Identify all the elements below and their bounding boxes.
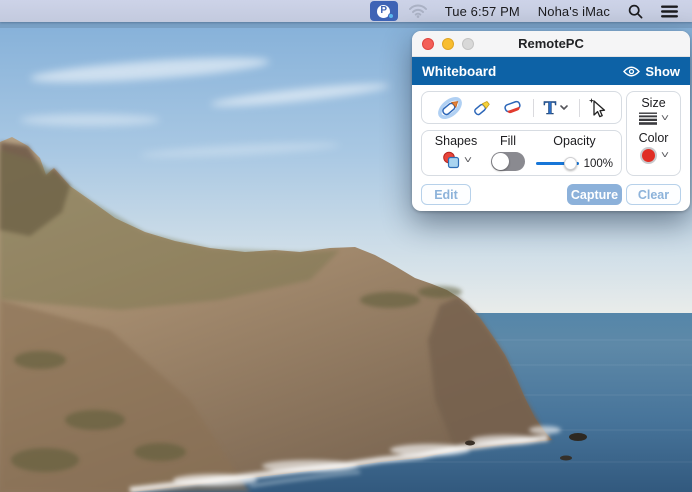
eraser-icon: [502, 98, 524, 118]
capture-button[interactable]: Capture: [567, 184, 622, 205]
tools-divider: [533, 99, 534, 117]
show-label: Show: [645, 64, 680, 79]
eraser-tool-button[interactable]: [502, 95, 524, 121]
drawing-tools-box: T: [421, 91, 622, 124]
search-icon[interactable]: [619, 0, 652, 22]
line-thickness-icon: [639, 112, 657, 125]
pointer-tool-button[interactable]: [588, 95, 606, 121]
eye-icon: [623, 66, 640, 77]
pointer-icon: [588, 97, 606, 118]
shapes-fill-opacity-box: Shapes ˅ Fill Opacity: [421, 130, 622, 176]
color-label: Color: [639, 131, 669, 145]
wifi-glyph-icon: [409, 4, 427, 18]
chevron-down-icon: ˅: [661, 113, 669, 124]
opacity-slider[interactable]: [536, 157, 579, 170]
menu-bar-device-name[interactable]: Noha's iMac: [529, 0, 619, 22]
toggle-knob: [492, 153, 509, 170]
color-dropdown[interactable]: ˅: [640, 147, 668, 164]
chevron-down-icon: ˅: [463, 155, 471, 166]
fill-label: Fill: [500, 134, 516, 148]
svg-text:T: T: [544, 98, 557, 118]
fill-toggle[interactable]: [491, 152, 525, 171]
size-label: Size: [641, 96, 665, 110]
menu-bar: P Tue 6:57 PM Noha's iMac: [0, 0, 692, 22]
window-title: RemotePC: [412, 36, 690, 51]
marker-icon: [471, 97, 493, 119]
whiteboard-header: Whiteboard Show: [412, 57, 690, 85]
size-color-box: Size ˅ Color ˅: [626, 91, 681, 176]
pen-icon: [437, 96, 463, 120]
menu-bar-clock[interactable]: Tue 6:57 PM: [436, 0, 529, 22]
whiteboard-title: Whiteboard: [422, 64, 496, 79]
edit-button[interactable]: Edit: [421, 184, 471, 205]
chevron-down-icon: ˅: [660, 150, 668, 161]
size-dropdown[interactable]: ˅: [639, 112, 668, 125]
list-glyph-icon: [661, 5, 678, 18]
list-icon[interactable]: [652, 0, 680, 22]
pen-tool-button[interactable]: [437, 95, 463, 121]
shapes-dropdown[interactable]: ˅: [442, 151, 471, 169]
search-glyph-icon: [628, 4, 643, 19]
show-toggle[interactable]: Show: [623, 64, 680, 79]
text-tool-button[interactable]: T: [542, 95, 570, 121]
opacity-label: Opacity: [553, 134, 595, 148]
marker-tool-button[interactable]: [471, 95, 493, 121]
shapes-icon: [442, 151, 460, 169]
text-tool-icon: T: [542, 98, 570, 118]
opacity-value: 100%: [584, 158, 613, 170]
wifi-icon[interactable]: [400, 0, 436, 22]
color-swatch-red: [640, 147, 657, 164]
whiteboard-toolbar: T Size ˅: [412, 85, 690, 210]
remotepc-dot-icon: [388, 13, 394, 19]
remotepc-status-icon[interactable]: P: [370, 1, 398, 21]
shapes-label: Shapes: [435, 134, 477, 148]
clear-button[interactable]: Clear: [626, 184, 681, 205]
remotepc-window: RemotePC Whiteboard Show: [412, 31, 690, 211]
tools-divider: [579, 99, 580, 117]
window-titlebar[interactable]: RemotePC: [412, 31, 690, 57]
slider-knob[interactable]: [564, 157, 577, 170]
